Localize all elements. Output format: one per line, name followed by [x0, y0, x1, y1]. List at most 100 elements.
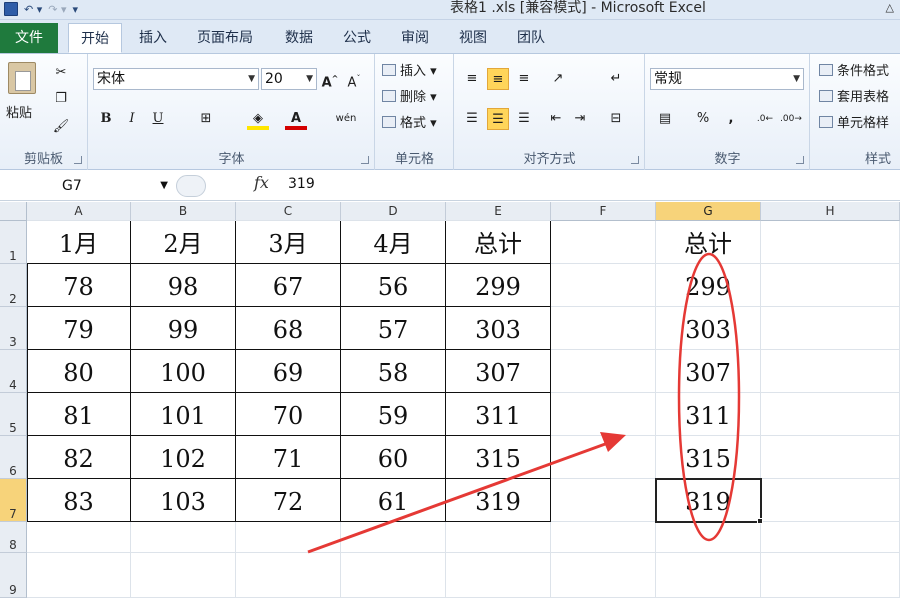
fill-color-icon[interactable]: ◈ — [247, 108, 269, 130]
row-header-7[interactable]: 7 — [0, 479, 27, 522]
redo-icon[interactable]: ↷ ▾ — [48, 3, 66, 16]
tab-view[interactable]: 视图 — [446, 23, 500, 53]
save-icon[interactable] — [4, 2, 18, 16]
cell-d8[interactable] — [341, 522, 446, 553]
shrink-font-icon[interactable]: Aˇ — [343, 68, 365, 90]
cell-a9[interactable] — [27, 553, 131, 598]
cell-h5[interactable] — [761, 393, 900, 436]
tab-formulas[interactable]: 公式 — [330, 23, 384, 53]
borders-icon[interactable]: ⊞ — [195, 108, 217, 130]
comma-style-button[interactable]: , — [720, 108, 742, 130]
cell-g4[interactable]: 307 — [656, 350, 761, 393]
cell-f5[interactable] — [551, 393, 656, 436]
minimize-ribbon-icon[interactable]: △ — [886, 1, 894, 14]
column-header-h[interactable]: H — [761, 202, 900, 221]
tab-insert[interactable]: 插入 — [126, 23, 180, 53]
font-size-select[interactable]: 20 ▼ — [261, 68, 317, 90]
cell-c7[interactable]: 72 — [236, 479, 341, 522]
format-painter-icon[interactable]: 🖌 — [50, 116, 72, 138]
cell-c9[interactable] — [236, 553, 341, 598]
cell-d5[interactable]: 59 — [341, 393, 446, 436]
cell-e9[interactable] — [446, 553, 551, 598]
cell-g8[interactable] — [656, 522, 761, 553]
cell-g1[interactable]: 总计 — [656, 221, 761, 264]
cell-b9[interactable] — [131, 553, 236, 598]
cell-g2[interactable]: 299 — [656, 264, 761, 307]
bold-button[interactable]: B — [95, 108, 117, 130]
alignment-launcher-icon[interactable] — [631, 156, 639, 164]
column-header-e[interactable]: E — [446, 202, 551, 221]
cell-h2[interactable] — [761, 264, 900, 307]
paste-button[interactable]: 粘贴 — [6, 102, 32, 121]
name-box[interactable]: G7 ▼ — [0, 175, 172, 197]
cell-c1[interactable]: 3月 — [236, 221, 341, 264]
cell-e5[interactable]: 311 — [446, 393, 551, 436]
tab-file[interactable]: 文件 — [0, 23, 58, 53]
cell-f9[interactable] — [551, 553, 656, 598]
cell-a4[interactable]: 80 — [27, 350, 131, 393]
formula-bar-splitter[interactable] — [176, 175, 206, 197]
cell-c5[interactable]: 70 — [236, 393, 341, 436]
tab-page-layout[interactable]: 页面布局 — [184, 23, 266, 53]
cell-d2[interactable]: 56 — [341, 264, 446, 307]
cell-g9[interactable] — [656, 553, 761, 598]
cell-e2[interactable]: 299 — [446, 264, 551, 307]
cell-a7[interactable]: 83 — [27, 479, 131, 522]
cell-a1[interactable]: 1月 — [27, 221, 131, 264]
cell-a8[interactable] — [27, 522, 131, 553]
tab-review[interactable]: 审阅 — [388, 23, 442, 53]
underline-button[interactable]: U — [147, 108, 169, 130]
cell-c6[interactable]: 71 — [236, 436, 341, 479]
row-header-3[interactable]: 3 — [0, 307, 27, 350]
cell-g5[interactable]: 311 — [656, 393, 761, 436]
cell-d6[interactable]: 60 — [341, 436, 446, 479]
cell-b8[interactable] — [131, 522, 236, 553]
cell-f4[interactable] — [551, 350, 656, 393]
row-header-4[interactable]: 4 — [0, 350, 27, 393]
phonetic-icon[interactable]: wén — [335, 108, 357, 130]
cell-h6[interactable] — [761, 436, 900, 479]
copy-icon[interactable]: ❐ — [50, 88, 72, 110]
column-header-f[interactable]: F — [551, 202, 656, 221]
column-header-a[interactable]: A — [27, 202, 131, 221]
cell-e1[interactable]: 总计 — [446, 221, 551, 264]
cell-c3[interactable]: 68 — [236, 307, 341, 350]
row-header-1[interactable]: 1 — [0, 221, 27, 264]
cell-e3[interactable]: 303 — [446, 307, 551, 350]
tab-data[interactable]: 数据 — [272, 23, 326, 53]
tab-home[interactable]: 开始 — [68, 23, 122, 53]
cell-f2[interactable] — [551, 264, 656, 307]
font-color-icon[interactable]: A — [285, 108, 307, 130]
cell-e8[interactable] — [446, 522, 551, 553]
cell-a2[interactable]: 78 — [27, 264, 131, 307]
undo-icon[interactable]: ↶ ▾ — [24, 3, 42, 16]
cell-styles-button[interactable]: 单元格样 — [819, 112, 889, 131]
decrease-indent-icon[interactable]: ⇤ — [545, 108, 567, 130]
number-launcher-icon[interactable] — [796, 156, 804, 164]
cell-e4[interactable]: 307 — [446, 350, 551, 393]
conditional-formatting-button[interactable]: 条件格式 — [819, 60, 889, 79]
cell-e7[interactable]: 319 — [446, 479, 551, 522]
cell-b7[interactable]: 103 — [131, 479, 236, 522]
column-header-c[interactable]: C — [236, 202, 341, 221]
formula-input[interactable]: 319 — [288, 176, 315, 192]
cell-h4[interactable] — [761, 350, 900, 393]
format-cells-button[interactable]: 格式 ▾ — [382, 112, 437, 131]
percent-style-button[interactable]: % — [692, 108, 714, 130]
align-right-icon[interactable]: ☰ — [513, 108, 535, 130]
cell-b6[interactable]: 102 — [131, 436, 236, 479]
cell-b2[interactable]: 98 — [131, 264, 236, 307]
column-header-b[interactable]: B — [131, 202, 236, 221]
number-format-select[interactable]: 常规 ▼ — [650, 68, 804, 90]
fill-handle[interactable] — [757, 518, 763, 524]
cell-a6[interactable]: 82 — [27, 436, 131, 479]
align-center-icon[interactable]: ☰ — [487, 108, 509, 130]
cell-a5[interactable]: 81 — [27, 393, 131, 436]
decrease-decimal-icon[interactable]: .00→ — [780, 108, 802, 130]
font-name-select[interactable]: 宋体 ▼ — [93, 68, 259, 90]
font-launcher-icon[interactable] — [361, 156, 369, 164]
align-bottom-icon[interactable]: ≡ — [513, 68, 535, 90]
cell-f8[interactable] — [551, 522, 656, 553]
select-all-corner[interactable] — [0, 202, 27, 221]
customize-toolbar-icon[interactable]: ▾ — [73, 3, 79, 16]
